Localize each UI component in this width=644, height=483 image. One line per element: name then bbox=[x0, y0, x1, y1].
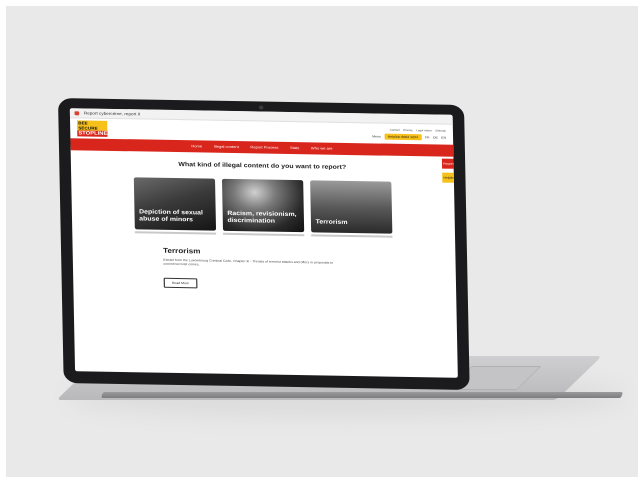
card-underline bbox=[223, 232, 305, 237]
logo-top-text: BEE SECURE bbox=[77, 120, 108, 131]
helpline-button[interactable]: Helpline 8002 1234 bbox=[384, 133, 422, 140]
card-label: Racism, revisionism, discrimination bbox=[227, 210, 297, 225]
webcam-icon bbox=[258, 105, 264, 110]
top-links: Contact Privacy Legal notice Sitemap bbox=[390, 128, 446, 132]
logo-bottom-text: STOPLINE bbox=[77, 130, 108, 137]
category-detail: Terrorism Extract from the Luxembourg Cr… bbox=[163, 248, 338, 292]
side-helpline-button[interactable]: Helpline bbox=[442, 172, 456, 183]
category-cards: Depiction of sexual abuse of minors Raci… bbox=[101, 177, 425, 239]
category-card-abuse[interactable]: Depiction of sexual abuse of minors bbox=[133, 177, 217, 231]
laptop-lid: Report cybercrime, report it BEE SECURE … bbox=[58, 98, 470, 390]
top-link-sitemap[interactable]: Sitemap bbox=[435, 129, 446, 132]
main-content: What kind of illegal content do you want… bbox=[71, 150, 457, 294]
side-report-button[interactable]: Report bbox=[441, 158, 454, 169]
top-link-legal[interactable]: Legal notice bbox=[416, 129, 432, 132]
lang-en[interactable]: EN bbox=[441, 135, 446, 139]
card-wrap-racism: Racism, revisionism, discrimination bbox=[221, 178, 305, 237]
nav-illegal-content[interactable]: Illegal content bbox=[214, 145, 239, 149]
laptop-base-front bbox=[100, 392, 624, 398]
nav-stats[interactable]: Stats bbox=[290, 146, 299, 150]
detail-title: Terrorism bbox=[163, 247, 201, 256]
detail-text: Extract from the Luxembourg Criminal Cod… bbox=[163, 257, 334, 267]
read-more-button[interactable]: Read More bbox=[163, 277, 198, 289]
card-underline bbox=[134, 231, 217, 235]
header-right: Contact Privacy Legal notice Sitemap Men… bbox=[372, 128, 446, 140]
site-logo[interactable]: BEE SECURE STOPLINE bbox=[77, 120, 108, 137]
lang-fr[interactable]: FR bbox=[425, 135, 430, 139]
category-card-racism[interactable]: Racism, revisionism, discrimination bbox=[221, 178, 305, 233]
nav-who-we-are[interactable]: Who we are bbox=[311, 146, 333, 150]
card-wrap-terrorism: Terrorism bbox=[310, 180, 393, 238]
card-label: Depiction of sexual abuse of minors bbox=[139, 209, 204, 224]
side-buttons: Report Helpline bbox=[441, 158, 456, 183]
nav-home[interactable]: Home bbox=[191, 144, 202, 148]
laptop-screen: Report cybercrime, report it BEE SECURE … bbox=[69, 108, 458, 378]
top-link-contact[interactable]: Contact bbox=[390, 128, 400, 131]
card-wrap-abuse: Depiction of sexual abuse of minors bbox=[133, 177, 217, 235]
favicon-icon bbox=[74, 110, 80, 115]
menu-button[interactable]: Menu bbox=[372, 134, 381, 138]
card-label: Terrorism bbox=[315, 219, 348, 226]
card-underline bbox=[311, 234, 393, 238]
background-scene: Report cybercrime, report it BEE SECURE … bbox=[6, 6, 638, 477]
top-link-privacy[interactable]: Privacy bbox=[403, 128, 413, 131]
browser-tab-title[interactable]: Report cybercrime, report it bbox=[84, 110, 140, 116]
page-question: What kind of illegal content do you want… bbox=[178, 162, 347, 171]
category-card-terrorism[interactable]: Terrorism bbox=[310, 180, 393, 234]
header-actions: Menu Helpline 8002 1234 FR DE EN bbox=[372, 133, 446, 140]
nav-report-process[interactable]: Report Process bbox=[250, 145, 278, 149]
lang-de[interactable]: DE bbox=[433, 135, 438, 139]
